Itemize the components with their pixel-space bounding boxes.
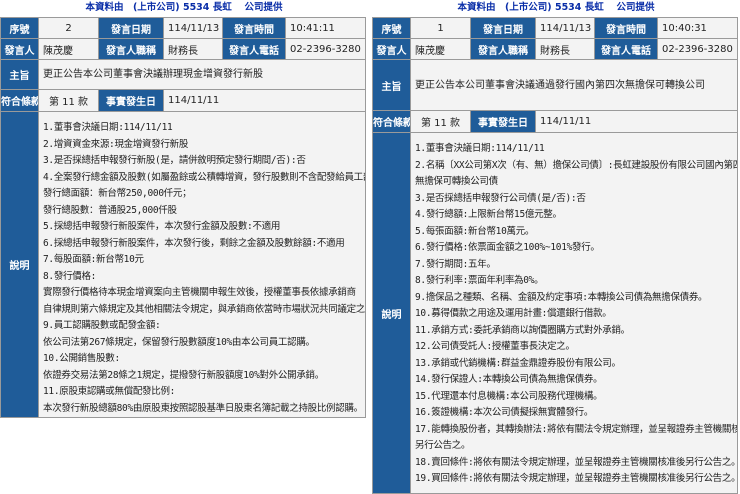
description-line: 9.擔保品之種類、名稱、金額及約定事項:本轉換公司債為無擔保債券。 bbox=[415, 291, 708, 303]
clause-value: 第 11 款 bbox=[38, 89, 99, 112]
description-line: 自律規則第六條規定及其他相關法令規定，與承銷商依當時市場狀況共同議定之。 bbox=[43, 303, 366, 315]
time-label: 發言時間 bbox=[594, 17, 658, 39]
subject-label: 主旨 bbox=[372, 59, 411, 111]
fact-date-value: 114/11/11 bbox=[163, 89, 366, 112]
description-line: 10.公開銷售股數: bbox=[43, 353, 120, 364]
subject-label: 主旨 bbox=[0, 59, 39, 90]
description-line: 9.員工認購股數或配發金額: bbox=[43, 320, 161, 331]
description-line: 1.董事會決議日期:114/11/11 bbox=[415, 143, 545, 154]
description-line: 7.發行期間:五年。 bbox=[415, 258, 496, 270]
description-body: 1.董事會決議日期:114/11/11 2.增資資金來源:現金增資發行新股 3.是否… bbox=[38, 111, 366, 418]
description-label: 說明 bbox=[0, 111, 39, 418]
time-value: 10:41:11 bbox=[285, 17, 366, 39]
subject-value: 更正公告本公司董事會決議通過發行國內第四次無擔保可轉換公司 bbox=[410, 59, 738, 111]
description-line: 11.原股東認購或無償配發比例: bbox=[43, 386, 176, 397]
description-line: 7.每股面額:新台幣10元 bbox=[43, 254, 144, 265]
clause-value: 第 11 款 bbox=[410, 110, 471, 133]
description-line: 發行總面額：新台幣250,000仟元； bbox=[43, 188, 192, 199]
speaker-label: 發言人 bbox=[0, 38, 39, 60]
description-line: 11.承銷方式:委託承銷商以詢價圈購方式對外承銷。 bbox=[415, 324, 630, 336]
fact-date-label: 事實發生日 bbox=[470, 110, 536, 133]
clause-label: 符合條款 bbox=[0, 89, 39, 112]
description-line: 5.採總括申報發行新股案件，本次發行金額及股數:不適用 bbox=[43, 221, 281, 232]
date-value: 114/11/13 bbox=[535, 17, 595, 39]
description-line: 12.公司債受託人:授權董事長決定之。 bbox=[415, 341, 575, 352]
speaker-value: 陳茂慶 bbox=[38, 38, 99, 60]
phone-value: 02-2396-3280 bbox=[285, 38, 366, 60]
phone-value: 02-2396-3280 bbox=[657, 38, 738, 60]
fact-date-label: 事實發生日 bbox=[98, 89, 164, 112]
date-label: 發言日期 bbox=[98, 17, 164, 39]
clause-label: 符合條款 bbox=[372, 110, 411, 133]
phone-label: 發言人電話 bbox=[222, 38, 286, 60]
description-line: 發行總股數：普通股25,000仟股 bbox=[43, 204, 177, 216]
description-line: 19.買回條件:將依有關法令規定辦理，並呈報證券主管機關核准後另行公告之。 bbox=[415, 473, 738, 484]
description-line: 6.發行價格:依票面金額之100%~101%發行。 bbox=[415, 242, 600, 253]
description-line: 8.發行價格: bbox=[43, 270, 97, 282]
description-line: 15.代理還本付息機構:本公司股務代理機構。 bbox=[415, 390, 603, 402]
seq-value: 2 bbox=[38, 17, 99, 39]
description-line: 4.發行總額:上限新台幣15億元整。 bbox=[415, 209, 562, 220]
date-label: 發言日期 bbox=[470, 17, 536, 39]
seq-label: 序號 bbox=[372, 17, 411, 39]
description-body: 1.董事會決議日期:114/11/11 2.名稱〔XX公司第X次（有、無）擔保公司… bbox=[410, 132, 738, 494]
description-line: 1.董事會決議日期:114/11/11 bbox=[43, 122, 173, 133]
source-header: 本資料由 (上市公司) 5534 長虹 公司提供 bbox=[457, 2, 655, 13]
seq-label: 序號 bbox=[0, 17, 39, 39]
description-line: 2.增資資金來源:現金增資發行新股 bbox=[43, 138, 189, 150]
description-line: 18.賣回條件:將依有關法令規定辦理，並呈報證券主管機關核准後另行公告之。 bbox=[415, 456, 738, 468]
description-line: 另行公告之。 bbox=[415, 440, 471, 451]
description-line: 無擔保可轉換公司債 bbox=[415, 176, 498, 187]
speaker-value: 陳茂慶 bbox=[410, 38, 471, 60]
time-value: 10:40:31 bbox=[657, 17, 738, 39]
speaker-title-value: 財務長 bbox=[163, 38, 223, 60]
seq-value: 1 bbox=[410, 17, 471, 39]
description-line: 本次發行新股總額80%由原股東按照認股基準日股東名簿記載之持股比例認購。 bbox=[43, 402, 363, 414]
speaker-title-label: 發言人職稱 bbox=[470, 38, 536, 60]
announcement-panel-left: 本資料由 (上市公司) 5534 長虹 公司提供 序號 2 發言日期 114/1… bbox=[0, 0, 368, 418]
description-line: 3.是否採總括申報發行新股(是，請併敘明預定發行期間/否):否 bbox=[43, 155, 306, 166]
time-label: 發言時間 bbox=[222, 17, 286, 39]
description-line: 依公司法第267條規定，保留發行股數額度10%由本公司員工認購。 bbox=[43, 336, 315, 348]
description-line: 13.承銷或代銷機構:群益金鼎證券股份有限公司。 bbox=[415, 357, 621, 369]
subject-value: 更正公告本公司董事會決議辦理現金增資發行新股 bbox=[38, 59, 366, 90]
description-line: 5.每張面額:新台幣10萬元。 bbox=[415, 225, 535, 237]
description-line: 依證券交易法第28條之1規定，提撥發行新股額度10%對外公開承銷。 bbox=[43, 369, 324, 381]
description-label: 說明 bbox=[372, 132, 411, 494]
announcement-panel-right: 本資料由 (上市公司) 5534 長虹 公司提供 序號 1 發言日期 114/1… bbox=[372, 0, 740, 494]
announcement-table: 序號 1 發言日期 114/11/13 發言時間 10:40:31 發言人 陳茂… bbox=[372, 17, 738, 494]
description-line: 2.名稱〔XX公司第X次（有、無）擔保公司債〕:長虹建設股份有限公司國內第四次 bbox=[415, 159, 738, 171]
source-header: 本資料由 (上市公司) 5534 長虹 公司提供 bbox=[85, 2, 283, 13]
description-line: 實際發行價格待本現金增資案向主管機關申報生效後，授權董事長依據承銷商 bbox=[43, 287, 356, 298]
description-line: 10.募得價款之用途及運用計畫:償還銀行借款。 bbox=[415, 308, 612, 319]
description-line: 14.發行保證人:本轉換公司債為無擔保債券。 bbox=[415, 374, 603, 385]
date-value: 114/11/13 bbox=[163, 17, 223, 39]
speaker-title-label: 發言人職稱 bbox=[98, 38, 164, 60]
description-line: 6.採總括申報發行新股案件，本次發行後，剩餘之金額及股數餘額:不適用 bbox=[43, 237, 345, 249]
fact-date-value: 114/11/11 bbox=[535, 110, 738, 133]
phone-label: 發言人電話 bbox=[594, 38, 658, 60]
speaker-title-value: 財務長 bbox=[535, 38, 595, 60]
description-line: 3.是否採總括申報發行公司債(是/否):否 bbox=[415, 192, 586, 204]
description-line: 4.全案發行總金額及股數(如屬盈餘或公積轉增資，發行股數則不含配發給員工部分): bbox=[43, 171, 366, 183]
description-line: 17.能轉換股份者，其轉換辦法:將依有關法令規定辦理，並呈報證券主管機關核准後 bbox=[415, 423, 738, 435]
description-line: 16.簽證機構:本次公司債擬採無實體發行。 bbox=[415, 407, 594, 418]
speaker-label: 發言人 bbox=[372, 38, 411, 60]
announcement-table: 序號 2 發言日期 114/11/13 發言時間 10:41:11 發言人 陳茂… bbox=[0, 17, 366, 418]
description-line: 8.發行利率:票面年利率為0%。 bbox=[415, 275, 544, 286]
